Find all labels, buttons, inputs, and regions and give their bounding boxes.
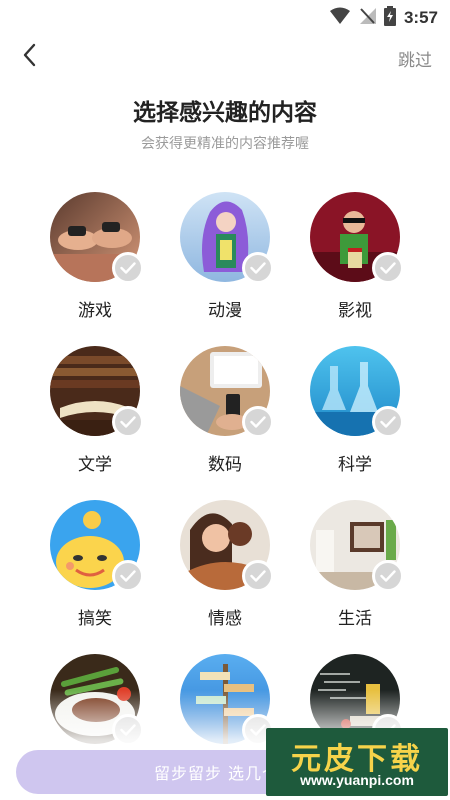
interest-label: 搞笑 xyxy=(78,609,112,629)
check-icon xyxy=(372,406,404,438)
interest-tile-science[interactable]: 科学 xyxy=(295,346,415,496)
interest-label: 游戏 xyxy=(78,301,112,321)
signal-icon xyxy=(358,7,376,29)
interest-label: 科学 xyxy=(338,455,372,475)
watermark-logo: 元皮下载 www.yuanpi.com xyxy=(266,728,448,796)
interest-label: 文学 xyxy=(78,455,112,475)
chevron-left-icon xyxy=(22,43,36,71)
status-icons: 3:57 xyxy=(329,6,438,30)
check-icon xyxy=(242,406,274,438)
interest-label: 情感 xyxy=(208,609,242,629)
watermark-url: www.yuanpi.com xyxy=(300,772,414,788)
check-icon xyxy=(242,252,274,284)
interest-tile-comedy[interactable]: 搞笑 xyxy=(35,500,155,650)
skip-button[interactable]: 跳过 xyxy=(398,46,432,71)
interest-tile-games[interactable]: 游戏 xyxy=(35,192,155,342)
interest-label: 生活 xyxy=(338,609,372,629)
interest-tile-film[interactable]: 影视 xyxy=(295,192,415,342)
interest-tile-life[interactable]: 生活 xyxy=(295,500,415,650)
wifi-icon xyxy=(329,7,350,29)
interest-tile-anime[interactable]: 动漫 xyxy=(165,192,285,342)
check-icon xyxy=(372,252,404,284)
back-button[interactable] xyxy=(14,42,44,72)
interest-label: 动漫 xyxy=(208,301,242,321)
battery-icon xyxy=(383,6,396,30)
check-icon xyxy=(112,406,144,438)
check-icon xyxy=(372,560,404,592)
interest-tile-emotion[interactable]: 情感 xyxy=(165,500,285,650)
page-title: 选择感兴趣的内容 xyxy=(133,100,317,126)
interest-label: 数码 xyxy=(208,455,242,475)
check-icon xyxy=(112,560,144,592)
interest-grid: 游戏 动漫 影视 文学 数码 科学 搞笑 情感 生活 xyxy=(0,190,450,750)
interest-tile-literature[interactable]: 文学 xyxy=(35,346,155,496)
status-time: 3:57 xyxy=(403,8,438,27)
interest-label: 影视 xyxy=(338,301,372,321)
check-icon xyxy=(242,560,274,592)
status-bar: 3:57 xyxy=(0,0,450,32)
interest-tile-digital[interactable]: 数码 xyxy=(165,346,285,496)
page-subtitle: 会获得更精准的内容推荐喔 xyxy=(141,136,309,152)
check-icon xyxy=(112,252,144,284)
